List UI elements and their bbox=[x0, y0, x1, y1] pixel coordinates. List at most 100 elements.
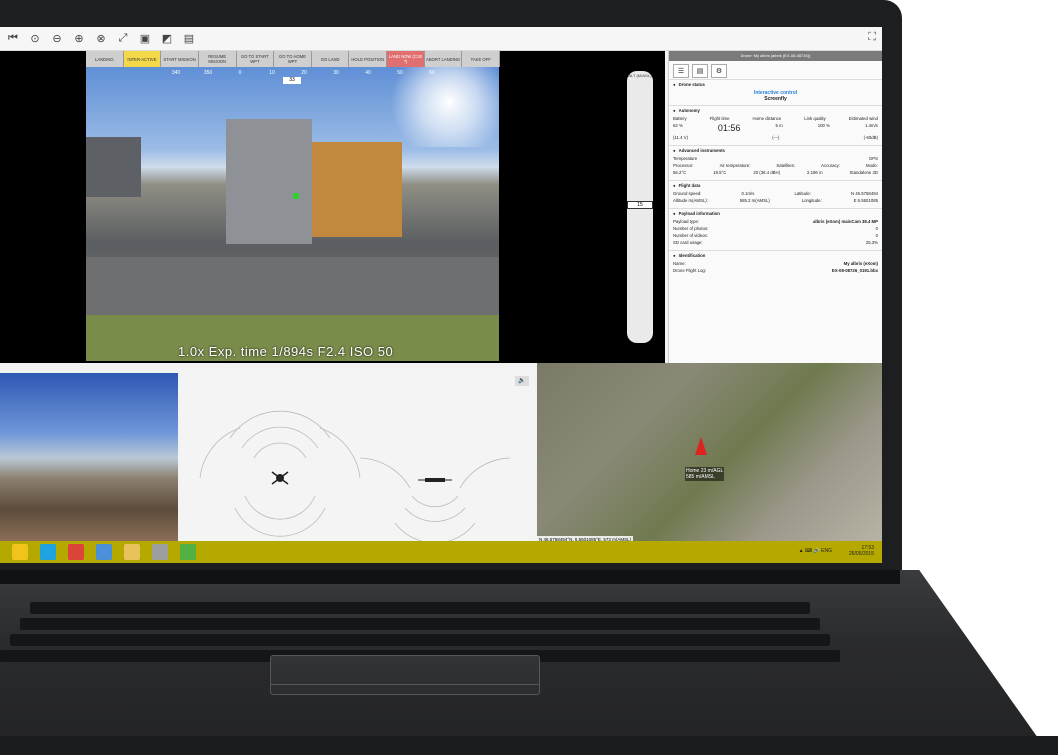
heading-value: 33 bbox=[283, 77, 301, 84]
longitude-value: E 6.5501085 bbox=[853, 198, 878, 203]
mode-button[interactable]: TAKE OFF bbox=[462, 51, 501, 67]
chrome-icon[interactable] bbox=[68, 544, 84, 560]
sensor-arc bbox=[404, 507, 466, 522]
road bbox=[86, 257, 499, 317]
sensor-arc bbox=[411, 495, 459, 508]
crosshair-icon bbox=[293, 193, 299, 199]
camera-view[interactable]: 340 350 0 10 20 30 40 50 60 33 1.0x Exp. time 1/… bbox=[86, 67, 499, 361]
fullscreen-icon[interactable]: ⛶ bbox=[868, 31, 876, 44]
sensor-arc bbox=[199, 427, 241, 479]
settings-app-icon[interactable] bbox=[152, 544, 168, 560]
tab-settings[interactable]: ⚙ bbox=[711, 64, 727, 78]
mode-button[interactable]: RESUME MISSION bbox=[198, 51, 237, 67]
auto-zoom-icon[interactable]: ⤢ bbox=[114, 30, 132, 48]
link-quality-value: 100 % bbox=[817, 123, 830, 128]
sensor-arc bbox=[229, 410, 331, 439]
section-title[interactable]: Identification bbox=[673, 253, 878, 258]
picture-in-picture-icon[interactable]: ◩ bbox=[158, 30, 176, 48]
tab-drone[interactable]: ☰ bbox=[673, 64, 689, 78]
drone-side-icon bbox=[418, 478, 452, 482]
ground-speed-label: Ground speed: bbox=[673, 191, 702, 196]
home-distance-sub: (---) bbox=[772, 135, 780, 140]
photos-label: Number of photos: bbox=[673, 226, 709, 231]
sensor-arc bbox=[241, 426, 319, 449]
sensor-arc bbox=[359, 457, 411, 489]
flight-data-row: Altitude m(AMSL): 585.2 m(AMSL) Longitud… bbox=[673, 198, 878, 203]
tab-list[interactable]: ▤ bbox=[692, 64, 708, 78]
section-title[interactable]: Advanced instruments bbox=[673, 148, 878, 153]
system-tray[interactable]: ▲ ⌨ 🔊 ENG bbox=[799, 548, 832, 554]
zoom-out-icon[interactable]: ⊖ bbox=[48, 30, 66, 48]
clock[interactable]: 17:53 26/05/2015 bbox=[849, 545, 874, 557]
mode-button[interactable]: INTER-ACTIVE bbox=[123, 51, 162, 67]
altitude-tape: ALT (M/AGL) 15 bbox=[627, 71, 653, 343]
sensor-arc bbox=[459, 457, 511, 489]
section-title[interactable]: Autonomy bbox=[673, 108, 878, 113]
record-icon[interactable]: ⊙ bbox=[26, 30, 44, 48]
satellites-label: Satellites: bbox=[776, 163, 796, 168]
mode-button[interactable]: LANDING bbox=[86, 51, 124, 67]
zoom-in-icon[interactable]: ⊕ bbox=[70, 30, 88, 48]
name-label: Name: bbox=[673, 261, 686, 266]
folder-icon[interactable] bbox=[124, 544, 140, 560]
advanced-values: 56.2°C 19.5°C 20 (36.4 dBH) 2.196 m Stan… bbox=[673, 170, 878, 175]
key-row bbox=[20, 618, 820, 630]
heading-label: 30 bbox=[333, 70, 339, 76]
section-title[interactable]: Flight data bbox=[673, 183, 878, 188]
screen-icon[interactable]: ▣ bbox=[136, 30, 154, 48]
secondary-camera-view[interactable] bbox=[0, 373, 178, 543]
home-distance-value: 5 m bbox=[775, 123, 783, 128]
sensor-arc bbox=[319, 427, 361, 479]
mode-button[interactable]: START MISSION bbox=[161, 51, 199, 67]
section-title[interactable]: Drone status bbox=[673, 82, 878, 87]
wind-value: 1.4m/s bbox=[865, 123, 878, 128]
home-label: Home 23 m/AGL 585 m/AMSL bbox=[685, 467, 725, 481]
processor-label: Processor: bbox=[673, 163, 694, 168]
mode-label: Mode: bbox=[866, 163, 878, 168]
sensor-arc bbox=[244, 495, 316, 520]
mode-button[interactable]: ABORT LANDING bbox=[424, 51, 463, 67]
payload-section: Payload information Payload type: albris… bbox=[669, 208, 882, 250]
zoom-fit-icon[interactable]: ⊗ bbox=[92, 30, 110, 48]
mode-button[interactable]: GO TO START WPT bbox=[236, 51, 275, 67]
sensor-arc bbox=[253, 442, 307, 459]
flight-data-section: Flight data Ground speed: 0.1m/s Latitud… bbox=[669, 180, 882, 208]
advanced-labels: Processor: Air temperature: Satellites: … bbox=[673, 163, 878, 168]
mode-button[interactable]: HOLD POSITION bbox=[349, 51, 388, 67]
sound-icon[interactable]: 🔈 bbox=[515, 376, 529, 386]
payload-row: Payload type: albris (eXom) mainCam 38.4… bbox=[673, 219, 878, 224]
store-icon[interactable] bbox=[40, 544, 56, 560]
autonomy-headers: Battery Flight time Home distance Link q… bbox=[673, 116, 878, 121]
rewind-icon[interactable]: ⏮ bbox=[4, 30, 22, 48]
heading-label: 340 bbox=[171, 70, 181, 76]
sensor-arc bbox=[394, 522, 476, 544]
payload-row: Number of videos: 0 bbox=[673, 233, 878, 238]
gps-label: GPS bbox=[868, 156, 878, 161]
flight-time-value: 01:56 bbox=[717, 123, 741, 133]
clock-date: 26/05/2015 bbox=[848, 551, 874, 557]
map-view[interactable]: Home 23 m/AGL 585 m/AMSL N 46.5758494°N,… bbox=[537, 363, 882, 543]
altitude-label: ALT (M/AGL) bbox=[628, 73, 652, 78]
section-title[interactable]: Payload information bbox=[673, 211, 878, 216]
xbox-icon[interactable] bbox=[180, 544, 196, 560]
log-value: EX-08-08726_0191.bbx bbox=[831, 268, 878, 273]
header-wind: Estimated wind bbox=[848, 116, 878, 121]
file-explorer-icon[interactable] bbox=[12, 544, 28, 560]
control-status: Screenfly bbox=[764, 96, 787, 102]
air-temp-label: Air temperature: bbox=[719, 163, 751, 168]
mode-button[interactable]: GO LAND bbox=[311, 51, 350, 67]
header-link-quality: Link quality bbox=[804, 116, 826, 121]
heading-label: 350 bbox=[203, 70, 213, 76]
battery-value: 62 % bbox=[673, 123, 683, 128]
payload-type-label: Payload type: bbox=[673, 219, 700, 224]
heading-label: 10 bbox=[269, 70, 275, 76]
taskbar-apps bbox=[0, 544, 196, 560]
top-toolbar: ⏮ ⊙ ⊖ ⊕ ⊗ ⤢ ▣ ◩ ▤ ⛶ bbox=[0, 27, 882, 51]
mode-button[interactable]: LAND NOW (CS0 ?) bbox=[387, 51, 425, 67]
media-icon[interactable] bbox=[96, 544, 112, 560]
sensor-diagram bbox=[199, 410, 511, 544]
photos-value: 0 bbox=[875, 226, 878, 231]
image-icon[interactable]: ▤ bbox=[180, 30, 198, 48]
mode-button[interactable]: GO TO HOME WPT bbox=[274, 51, 312, 67]
home-label-sub: 585 m/AMSL bbox=[686, 474, 715, 480]
